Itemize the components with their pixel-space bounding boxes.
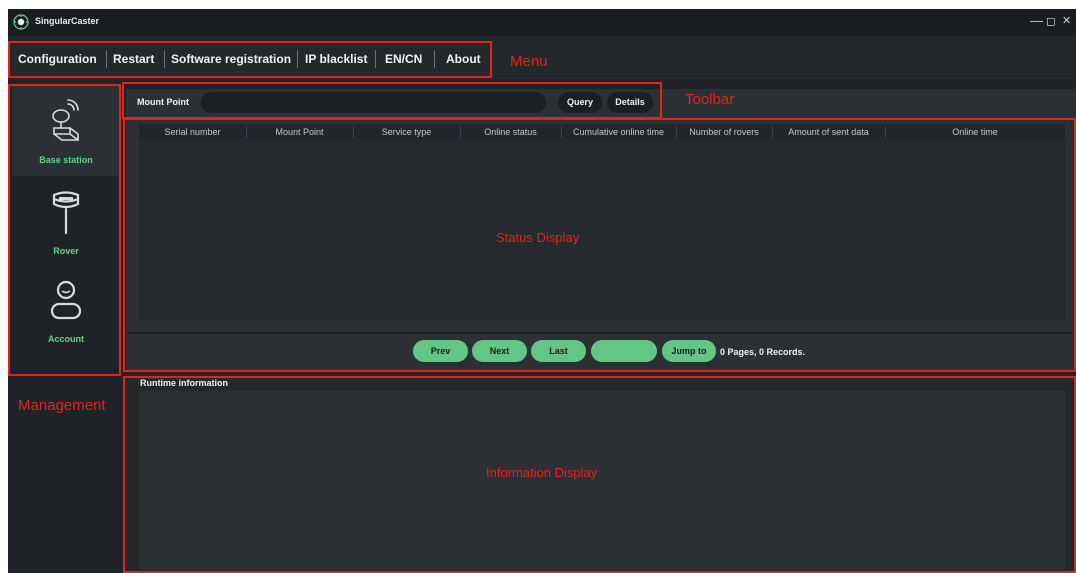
information-annotation-label: Information Display [486,465,598,480]
maximize-button[interactable]: ◻ [1046,13,1056,29]
information-annotation-box [123,376,1076,573]
menu-annotation-label: Menu [510,53,548,70]
app-logo-icon [13,14,29,30]
management-annotation-box [8,84,121,376]
title-bar: SingularCaster — ◻ ✕ [8,9,1076,36]
status-annotation-label: Status Display [496,230,580,245]
app-title: SingularCaster [35,16,100,26]
status-annotation-box [123,118,1076,372]
toolbar-annotation-label: Toolbar [685,91,735,108]
toolbar-annotation-box [122,82,662,119]
minimize-button[interactable]: — [1030,13,1043,29]
close-button[interactable]: ✕ [1062,13,1071,29]
app-window: SingularCaster — ◻ ✕ Configuration Resta… [8,9,1076,573]
management-annotation-label: Management [18,397,106,414]
menu-annotation-box [8,41,492,78]
